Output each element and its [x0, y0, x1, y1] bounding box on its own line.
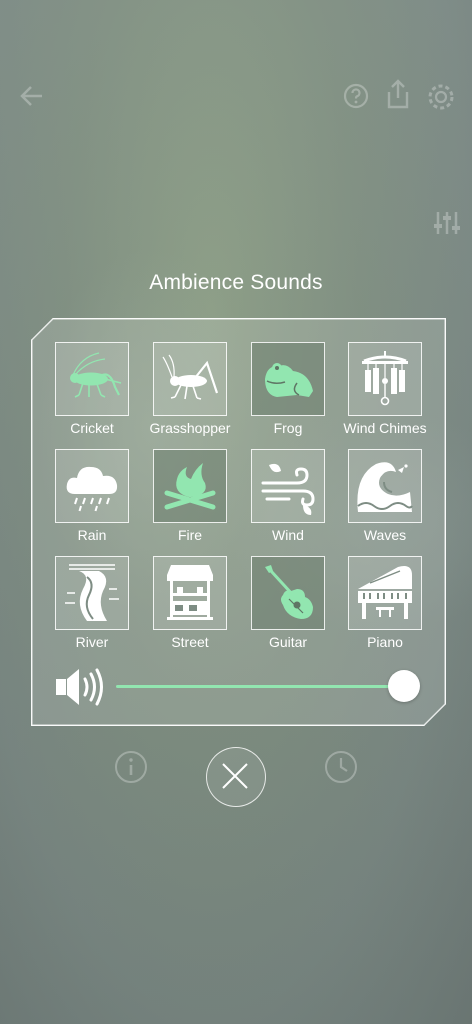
campfire-icon: [164, 463, 216, 510]
speaker-icon[interactable]: [55, 667, 105, 707]
sound-tile-fire[interactable]: Fire: [153, 449, 227, 543]
waves-tile-box: [348, 449, 422, 523]
back-arrow-icon: [20, 86, 42, 106]
settings-icon: [428, 84, 454, 110]
grasshopper-icon: [162, 354, 219, 400]
cricket-tile-box: [55, 342, 129, 416]
piano-tile-box: [348, 556, 422, 630]
rain-cloud-icon: [66, 466, 118, 512]
grasshopper-tile-box: [153, 342, 227, 416]
piano-icon: [358, 566, 412, 619]
close-button[interactable]: [206, 747, 266, 807]
panel-title: Ambience Sounds: [149, 271, 323, 294]
sound-label: Piano: [367, 634, 403, 650]
help-icon: [343, 83, 369, 109]
street-tile-box: [153, 556, 227, 630]
wind-chimes-tile-box: [348, 342, 422, 416]
wind-icon: [261, 463, 315, 515]
close-icon: [221, 762, 248, 789]
fire-tile-box: [153, 449, 227, 523]
sound-tile-street[interactable]: Street: [153, 556, 227, 650]
sound-tile-frog[interactable]: Frog: [251, 342, 325, 436]
wind-chimes-icon: [362, 351, 408, 406]
rain-tile-box: [55, 449, 129, 523]
timer-icon: [325, 751, 357, 783]
river-tile-box: [55, 556, 129, 630]
share-icon: [387, 79, 409, 109]
sound-tile-guitar[interactable]: Guitar: [251, 556, 325, 650]
river-icon: [65, 564, 119, 621]
sound-tile-cricket[interactable]: Cricket: [55, 342, 129, 436]
frog-icon: [265, 363, 313, 397]
waves-icon: [357, 462, 413, 512]
volume-slider-track[interactable]: [116, 685, 404, 688]
volume-slider-knob[interactable]: [388, 670, 420, 702]
equalizer-icon: [434, 212, 460, 234]
wind-tile-box: [251, 449, 325, 523]
sound-tile-rain[interactable]: Rain: [55, 449, 129, 543]
cricket-icon: [70, 352, 122, 398]
frog-tile-box: [251, 342, 325, 416]
sound-tile-wind-chimes[interactable]: Wind Chimes: [343, 342, 427, 436]
sound-tile-waves[interactable]: Waves: [348, 449, 422, 543]
guitar-tile-box: [251, 556, 325, 630]
sound-tile-river[interactable]: River: [55, 556, 129, 650]
sound-tile-piano[interactable]: Piano: [348, 556, 422, 650]
sound-label: Waves: [363, 527, 407, 543]
sound-label: Wind Chimes: [343, 420, 427, 436]
guitar-icon: [265, 565, 313, 619]
sound-tile-wind[interactable]: Wind: [251, 449, 325, 543]
street-stall-icon: [167, 565, 213, 620]
sound-tile-grasshopper[interactable]: Grasshopper: [150, 342, 230, 436]
info-icon: [115, 751, 147, 783]
